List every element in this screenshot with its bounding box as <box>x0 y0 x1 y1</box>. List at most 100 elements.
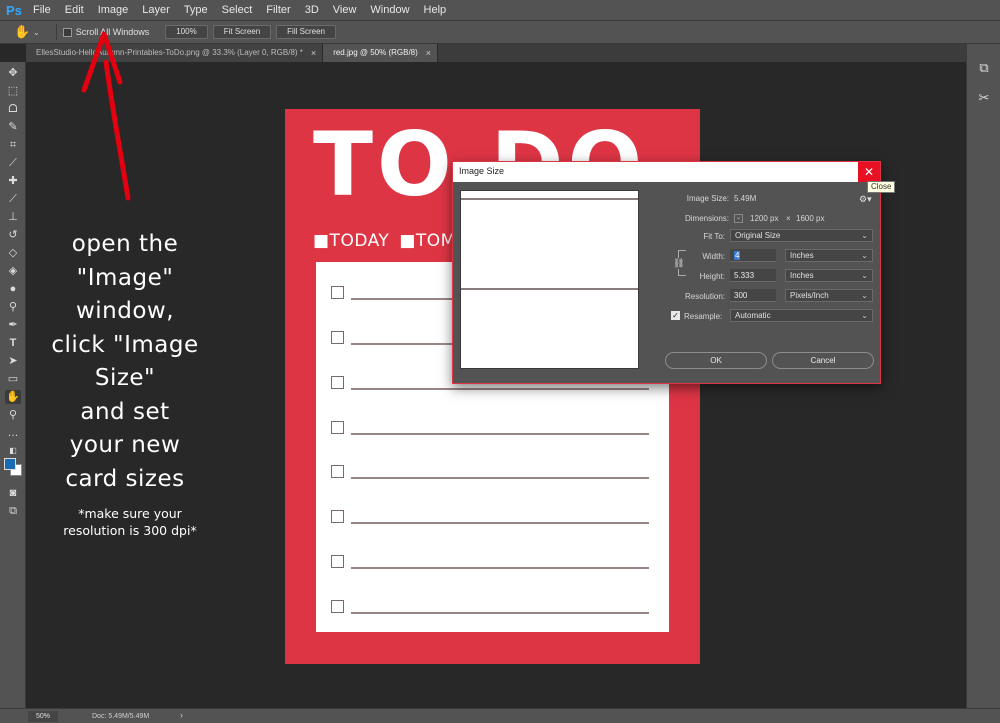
list-item <box>331 600 651 614</box>
blur-tool-icon[interactable]: ● <box>5 282 21 296</box>
red-arrow-annotation <box>81 31 131 201</box>
menu-view[interactable]: View <box>326 0 364 20</box>
list-line <box>351 522 649 524</box>
dimensions-label: Dimensions: <box>684 214 729 223</box>
chevron-down-icon: ⌄ <box>861 271 868 280</box>
eyedropper-tool-icon[interactable]: ⟋ <box>5 156 21 170</box>
tab-red-jpg[interactable]: red.jpg @ 50% (RGB/8) × <box>323 44 439 62</box>
gear-icon[interactable]: ⚙▾ <box>859 194 872 205</box>
move-tool-icon[interactable]: ✥ <box>5 66 21 80</box>
type-tool-icon[interactable]: T <box>5 336 21 350</box>
menu-3d[interactable]: 3D <box>298 0 326 20</box>
width-label: Width: <box>702 252 725 261</box>
quick-select-tool-icon[interactable]: ✎ <box>5 120 21 134</box>
menu-image[interactable]: Image <box>91 0 136 20</box>
menu-layer[interactable]: Layer <box>135 0 177 20</box>
resample-value: Automatic <box>735 311 771 320</box>
zoom-100-button[interactable]: 100% <box>165 25 208 39</box>
preview-line <box>461 288 638 290</box>
resample-select[interactable]: Automatic ⌄ <box>730 309 873 322</box>
lasso-tool-icon[interactable]: ᗝ <box>5 102 21 116</box>
instruction-line: "Image" <box>76 264 174 291</box>
chevron-right-icon[interactable]: › <box>180 710 183 720</box>
default-colors-icon[interactable]: ◧ <box>5 444 21 458</box>
paint-bucket-tool-icon[interactable]: ◈ <box>5 264 21 278</box>
preview-line <box>461 198 638 200</box>
width-value: 4 <box>734 251 741 260</box>
instruction-line: Size" <box>94 365 156 391</box>
checkbox-icon <box>331 376 344 389</box>
photoshop-window: Ps File Edit Image Layer Type Select Fil… <box>0 0 1000 723</box>
photoshop-logo: Ps <box>6 2 22 18</box>
menu-help[interactable]: Help <box>417 0 454 20</box>
history-brush-tool-icon[interactable]: ↺ <box>5 228 21 242</box>
hand-tool-icon[interactable]: ✋ <box>14 24 30 40</box>
menu-filter[interactable]: Filter <box>259 0 297 20</box>
divider <box>55 24 57 40</box>
menu-window[interactable]: Window <box>363 0 416 20</box>
rectangle-tool-icon[interactable]: ▭ <box>5 372 21 386</box>
link-icon[interactable]: ⛓ <box>673 258 684 269</box>
chevron-down-icon: ⌄ <box>861 251 868 260</box>
dodge-tool-icon[interactable]: ⚲ <box>5 300 21 314</box>
close-icon[interactable]: × <box>426 44 431 62</box>
resolution-note: *make sure your resolution is 300 dpi* <box>30 505 230 539</box>
chevron-down-icon: ⌄ <box>861 231 868 240</box>
fit-screen-button[interactable]: Fit Screen <box>212 25 272 39</box>
fill-screen-button[interactable]: Fill Screen <box>276 25 336 39</box>
checkbox-icon <box>331 600 344 613</box>
clone-stamp-tool-icon[interactable]: ⊥ <box>5 210 21 224</box>
crop-tool-icon[interactable]: ⌗ <box>5 138 21 152</box>
today-label: ■TODAY <box>313 231 390 251</box>
brush-tool-icon[interactable]: ⟋ <box>5 192 21 206</box>
instruction-line: click "Image <box>51 331 199 358</box>
healing-brush-tool-icon[interactable]: ✚ <box>5 174 21 188</box>
list-line <box>351 612 649 614</box>
zoom-tool-icon[interactable]: ⚲ <box>5 408 21 422</box>
height-label: Height: <box>699 272 725 281</box>
marquee-tool-icon[interactable]: ⬚ <box>5 84 21 98</box>
eraser-tool-icon[interactable]: ◇ <box>5 246 21 260</box>
list-item <box>331 510 651 524</box>
height-unit-select[interactable]: Inches ⌄ <box>785 269 873 282</box>
resolution-unit-select[interactable]: Pixels/Inch ⌄ <box>785 289 873 302</box>
height-input[interactable]: 5.333 <box>730 269 776 282</box>
width-input[interactable]: 4 <box>730 249 776 262</box>
dialog-titlebar[interactable]: Image Size ✕ <box>453 162 880 182</box>
pen-tool-icon[interactable]: ✒ <box>5 318 21 332</box>
instruction-line: open the <box>71 231 179 257</box>
close-icon[interactable]: × <box>311 44 316 62</box>
properties-panel-icon[interactable]: ✂ <box>976 90 992 106</box>
checkbox-icon <box>331 331 344 344</box>
menu-type[interactable]: Type <box>177 0 215 20</box>
menu-select[interactable]: Select <box>215 0 260 20</box>
height-unit-value: Inches <box>790 271 814 280</box>
more-tools-icon[interactable]: … <box>5 426 21 440</box>
chevron-down-icon[interactable]: ⌄ <box>33 28 40 37</box>
screen-mode-icon[interactable]: ⧉ <box>5 504 21 518</box>
hand-tool-icon[interactable]: ✋ <box>5 390 21 404</box>
fit-to-select[interactable]: Original Size ⌄ <box>730 229 873 242</box>
close-button[interactable]: ✕ <box>858 162 880 182</box>
foreground-color-swatch[interactable] <box>4 458 16 470</box>
history-panel-icon[interactable]: ⧉ <box>976 60 992 76</box>
checkbox-icon <box>331 555 344 568</box>
resolution-unit-value: Pixels/Inch <box>790 291 829 300</box>
menu-file[interactable]: File <box>26 0 58 20</box>
path-selection-tool-icon[interactable]: ➤ <box>5 354 21 368</box>
resolution-label: Resolution: <box>684 292 725 301</box>
list-line <box>351 567 649 569</box>
width-unit-value: Inches <box>790 251 814 260</box>
tab-label: red.jpg @ 50% (RGB/8) <box>333 48 418 57</box>
width-unit-select[interactable]: Inches ⌄ <box>785 249 873 262</box>
menu-edit[interactable]: Edit <box>58 0 91 20</box>
cancel-button[interactable]: Cancel <box>772 352 874 369</box>
resolution-input[interactable]: 300 <box>730 289 776 302</box>
resample-checkbox[interactable]: ✓ <box>671 311 680 320</box>
document-tabs: EllesStudio-HelloAutumn-Printables-ToDo.… <box>26 44 966 62</box>
quick-mask-icon[interactable]: ◙ <box>5 486 21 500</box>
ok-button[interactable]: OK <box>665 352 767 369</box>
chevron-down-icon: ⌄ <box>861 291 868 300</box>
zoom-level-field[interactable]: 50% <box>28 711 58 722</box>
chevron-down-icon[interactable]: ⌄ <box>734 214 743 223</box>
